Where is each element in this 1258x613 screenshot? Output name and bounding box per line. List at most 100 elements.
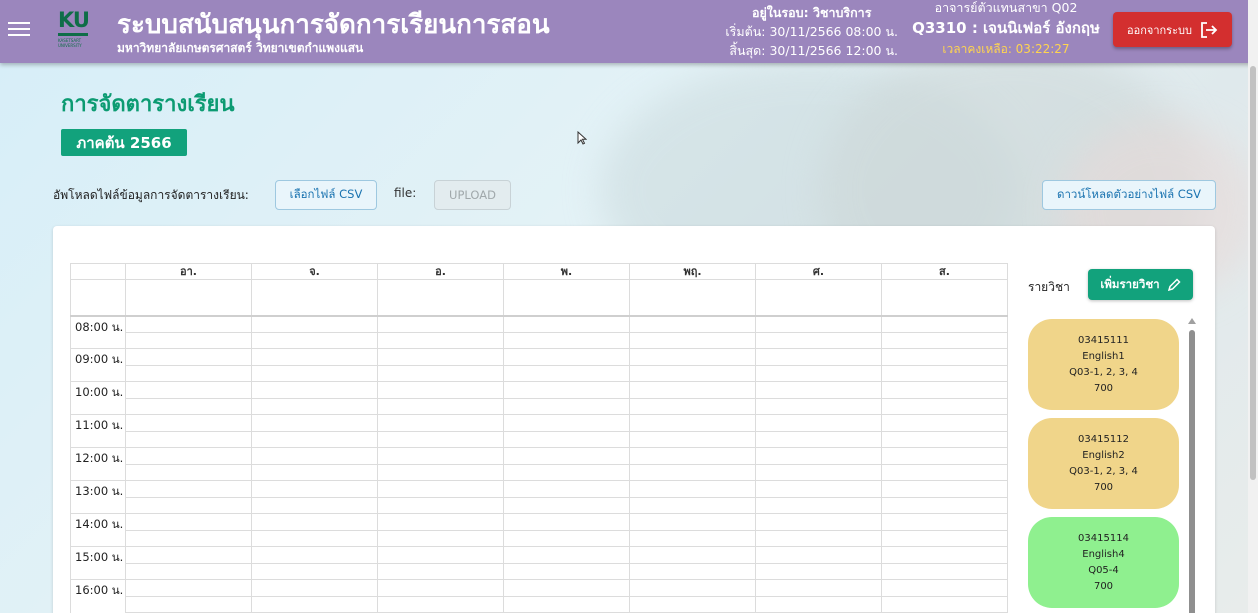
schedule-slot[interactable]: [251, 364, 378, 382]
schedule-slot[interactable]: [125, 463, 252, 481]
logout-button[interactable]: ออกจากระบบ: [1113, 12, 1232, 47]
schedule-slot[interactable]: [881, 397, 1008, 415]
schedule-slot[interactable]: [251, 381, 378, 399]
schedule-slot[interactable]: [377, 562, 504, 580]
schedule-slot[interactable]: [629, 447, 756, 465]
schedule-slot[interactable]: [125, 513, 252, 531]
schedule-slot[interactable]: [251, 546, 378, 564]
schedule-slot[interactable]: [629, 315, 756, 333]
schedule-slot[interactable]: [377, 496, 504, 514]
schedule-slot[interactable]: [755, 348, 882, 366]
schedule-slot[interactable]: [881, 480, 1008, 498]
schedule-slot[interactable]: [755, 546, 882, 564]
schedule-slot[interactable]: [881, 430, 1008, 448]
schedule-slot[interactable]: [377, 364, 504, 382]
schedule-slot[interactable]: [377, 430, 504, 448]
schedule-slot[interactable]: [629, 381, 756, 399]
download-sample-csv-button[interactable]: ดาวน์โหลดตัวอย่างไฟล์ CSV: [1042, 180, 1216, 210]
schedule-slot[interactable]: [125, 447, 252, 465]
schedule-slot[interactable]: [377, 348, 504, 366]
schedule-slot[interactable]: [881, 496, 1008, 514]
schedule-slot[interactable]: [629, 414, 756, 432]
schedule-slot[interactable]: [125, 480, 252, 498]
schedule-slot[interactable]: [377, 513, 504, 531]
schedule-slot[interactable]: [377, 397, 504, 415]
schedule-slot[interactable]: [629, 562, 756, 580]
subject-card[interactable]: 03415114 English4 Q05-4 700: [1028, 517, 1179, 608]
all-day-cell[interactable]: [377, 279, 504, 317]
schedule-slot[interactable]: [881, 529, 1008, 547]
all-day-cell[interactable]: [503, 279, 630, 317]
schedule-slot[interactable]: [377, 463, 504, 481]
schedule-slot[interactable]: [503, 562, 630, 580]
schedule-slot[interactable]: [881, 463, 1008, 481]
schedule-slot[interactable]: [377, 331, 504, 349]
schedule-slot[interactable]: [377, 480, 504, 498]
scroll-up-arrow-icon[interactable]: [1188, 318, 1196, 324]
all-day-cell[interactable]: [251, 279, 378, 317]
schedule-slot[interactable]: [881, 562, 1008, 580]
schedule-slot[interactable]: [629, 595, 756, 613]
schedule-slot[interactable]: [377, 315, 504, 333]
schedule-slot[interactable]: [251, 496, 378, 514]
schedule-slot[interactable]: [503, 348, 630, 366]
schedule-slot[interactable]: [125, 331, 252, 349]
schedule-slot[interactable]: [125, 315, 252, 333]
schedule-slot[interactable]: [251, 430, 378, 448]
schedule-slot[interactable]: [251, 513, 378, 531]
subject-card[interactable]: 03415112 English2 Q03-1, 2, 3, 4 700: [1028, 418, 1179, 509]
schedule-slot[interactable]: [377, 381, 504, 399]
schedule-slot[interactable]: [881, 414, 1008, 432]
schedule-slot[interactable]: [503, 364, 630, 382]
choose-csv-button[interactable]: เลือกไฟล์ CSV: [275, 180, 377, 210]
schedule-slot[interactable]: [629, 529, 756, 547]
subject-card[interactable]: 03415111 English1 Q03-1, 2, 3, 4 700: [1028, 319, 1179, 410]
schedule-slot[interactable]: [503, 480, 630, 498]
schedule-slot[interactable]: [251, 562, 378, 580]
schedule-slot[interactable]: [629, 463, 756, 481]
add-subject-button[interactable]: เพิ่มรายวิชา: [1088, 269, 1193, 300]
schedule-slot[interactable]: [503, 447, 630, 465]
schedule-slot[interactable]: [755, 414, 882, 432]
schedule-slot[interactable]: [881, 595, 1008, 613]
schedule-slot[interactable]: [503, 414, 630, 432]
schedule-slot[interactable]: [881, 364, 1008, 382]
schedule-slot[interactable]: [377, 595, 504, 613]
schedule-slot[interactable]: [755, 480, 882, 498]
subject-list-scrollbar[interactable]: [1188, 318, 1196, 613]
schedule-slot[interactable]: [251, 480, 378, 498]
schedule-slot[interactable]: [377, 546, 504, 564]
schedule-slot[interactable]: [881, 381, 1008, 399]
schedule-slot[interactable]: [755, 463, 882, 481]
schedule-slot[interactable]: [503, 595, 630, 613]
schedule-slot[interactable]: [629, 546, 756, 564]
schedule-slot[interactable]: [251, 447, 378, 465]
schedule-slot[interactable]: [881, 331, 1008, 349]
schedule-slot[interactable]: [125, 364, 252, 382]
schedule-slot[interactable]: [125, 579, 252, 597]
page-scrollbar[interactable]: [1248, 0, 1258, 613]
schedule-slot[interactable]: [251, 529, 378, 547]
schedule-slot[interactable]: [629, 480, 756, 498]
schedule-slot[interactable]: [881, 348, 1008, 366]
schedule-slot[interactable]: [125, 414, 252, 432]
schedule-slot[interactable]: [125, 430, 252, 448]
schedule-slot[interactable]: [755, 430, 882, 448]
schedule-slot[interactable]: [503, 513, 630, 531]
schedule-slot[interactable]: [377, 414, 504, 432]
schedule-slot[interactable]: [755, 397, 882, 415]
schedule-slot[interactable]: [629, 348, 756, 366]
schedule-slot[interactable]: [755, 562, 882, 580]
schedule-slot[interactable]: [503, 463, 630, 481]
schedule-slot[interactable]: [629, 579, 756, 597]
schedule-slot[interactable]: [377, 529, 504, 547]
schedule-slot[interactable]: [251, 331, 378, 349]
schedule-slot[interactable]: [881, 546, 1008, 564]
all-day-cell[interactable]: [755, 279, 882, 317]
schedule-slot[interactable]: [881, 315, 1008, 333]
schedule-slot[interactable]: [251, 397, 378, 415]
schedule-slot[interactable]: [377, 447, 504, 465]
schedule-slot[interactable]: [503, 331, 630, 349]
schedule-slot[interactable]: [251, 315, 378, 333]
all-day-cell[interactable]: [881, 279, 1008, 317]
